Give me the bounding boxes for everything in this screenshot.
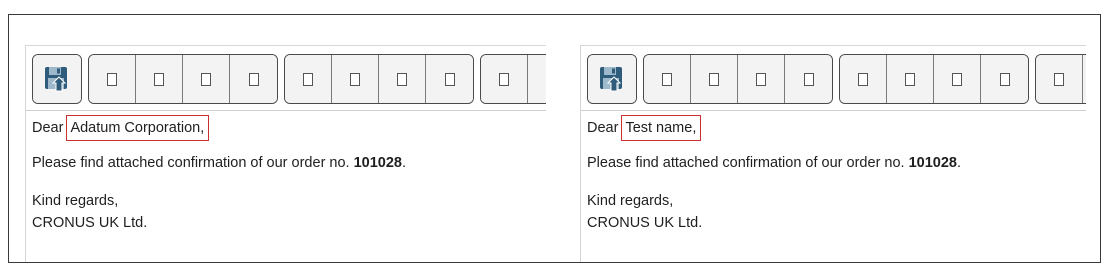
toolbar-button[interactable]	[183, 55, 230, 103]
toolbar-separator	[581, 110, 1086, 111]
empty-box-icon	[1054, 72, 1064, 86]
empty-box-icon	[999, 72, 1010, 86]
body-suffix: .	[957, 155, 962, 171]
save-button[interactable]	[33, 55, 81, 103]
body-text: Please find attached confirmation of our…	[32, 155, 350, 171]
toolbar-group-1	[88, 54, 278, 104]
toolbar-button[interactable]	[981, 55, 1028, 103]
preview-frame: Dear Adatum Corporation, Please find atta…	[8, 14, 1101, 263]
empty-box-icon	[201, 72, 211, 86]
empty-box-icon	[107, 72, 117, 86]
save-button[interactable]	[588, 55, 636, 103]
greeting-line: Dear Adatum Corporation,	[32, 115, 210, 141]
empty-box-icon	[248, 72, 259, 86]
toolbar-group-2	[284, 54, 474, 104]
signature-line: CRONUS UK Ltd.	[587, 215, 703, 231]
toolbar-button[interactable]	[785, 55, 832, 103]
empty-box-icon	[350, 72, 360, 86]
empty-box-icon	[662, 72, 672, 86]
empty-box-icon	[499, 72, 509, 86]
empty-box-icon	[154, 72, 164, 86]
toolbar-button[interactable]	[934, 55, 981, 103]
toolbar-button[interactable]	[738, 55, 785, 103]
empty-box-icon	[803, 72, 814, 86]
empty-box-icon	[303, 72, 313, 86]
empty-box-icon	[444, 72, 455, 86]
toolbar-button[interactable]	[89, 55, 136, 103]
signature-line: CRONUS UK Ltd.	[32, 215, 148, 231]
toolbar-group-3	[1035, 54, 1086, 104]
toolbar-button[interactable]	[840, 55, 887, 103]
empty-box-icon	[756, 72, 766, 86]
toolbar-group-2	[839, 54, 1029, 104]
toolbar-button[interactable]	[1036, 55, 1083, 103]
toolbar-button[interactable]	[887, 55, 934, 103]
greeting-line: Dear Test name,	[587, 115, 702, 141]
closing-line: Kind regards,	[32, 193, 119, 209]
toolbar-group-1	[643, 54, 833, 104]
recipient-name-field[interactable]: Test name,	[621, 115, 702, 141]
toolbar-button[interactable]	[136, 55, 183, 103]
editor-top-border	[26, 45, 546, 46]
empty-box-icon	[905, 72, 915, 86]
toolbar-group-save	[32, 54, 82, 104]
editor-toolbar	[32, 54, 546, 104]
toolbar-button[interactable]	[481, 55, 528, 103]
order-number: 101028	[908, 155, 957, 171]
toolbar-button[interactable]	[332, 55, 379, 103]
save-icon	[600, 67, 622, 92]
greeting-text: Dear	[32, 120, 64, 136]
toolbar-group-save	[587, 54, 637, 104]
recipient-name-field[interactable]: Adatum Corporation,	[66, 115, 210, 141]
empty-box-icon	[952, 72, 962, 86]
empty-box-icon	[709, 72, 719, 86]
save-icon	[45, 67, 67, 92]
toolbar-button[interactable]	[379, 55, 426, 103]
toolbar-group-3	[480, 54, 546, 104]
body-suffix: .	[402, 155, 407, 171]
closing-line: Kind regards,	[587, 193, 674, 209]
editor-top-border	[581, 45, 1086, 46]
toolbar-button[interactable]	[426, 55, 473, 103]
body-line: Please find attached confirmation of our…	[32, 152, 406, 174]
editor-toolbar	[587, 54, 1086, 104]
toolbar-button[interactable]	[644, 55, 691, 103]
toolbar-separator	[26, 110, 546, 111]
email-editor-right: Dear Test name, Please find attached conf…	[580, 45, 1086, 262]
body-line: Please find attached confirmation of our…	[587, 152, 961, 174]
toolbar-button[interactable]	[230, 55, 277, 103]
toolbar-button[interactable]	[691, 55, 738, 103]
toolbar-button[interactable]	[1083, 55, 1086, 103]
toolbar-button[interactable]	[528, 55, 546, 103]
email-editor-left: Dear Adatum Corporation, Please find atta…	[25, 45, 546, 262]
order-number: 101028	[353, 155, 402, 171]
empty-box-icon	[397, 72, 407, 86]
empty-box-icon	[858, 72, 868, 86]
greeting-text: Dear	[587, 120, 619, 136]
body-text: Please find attached confirmation of our…	[587, 155, 905, 171]
toolbar-button[interactable]	[285, 55, 332, 103]
